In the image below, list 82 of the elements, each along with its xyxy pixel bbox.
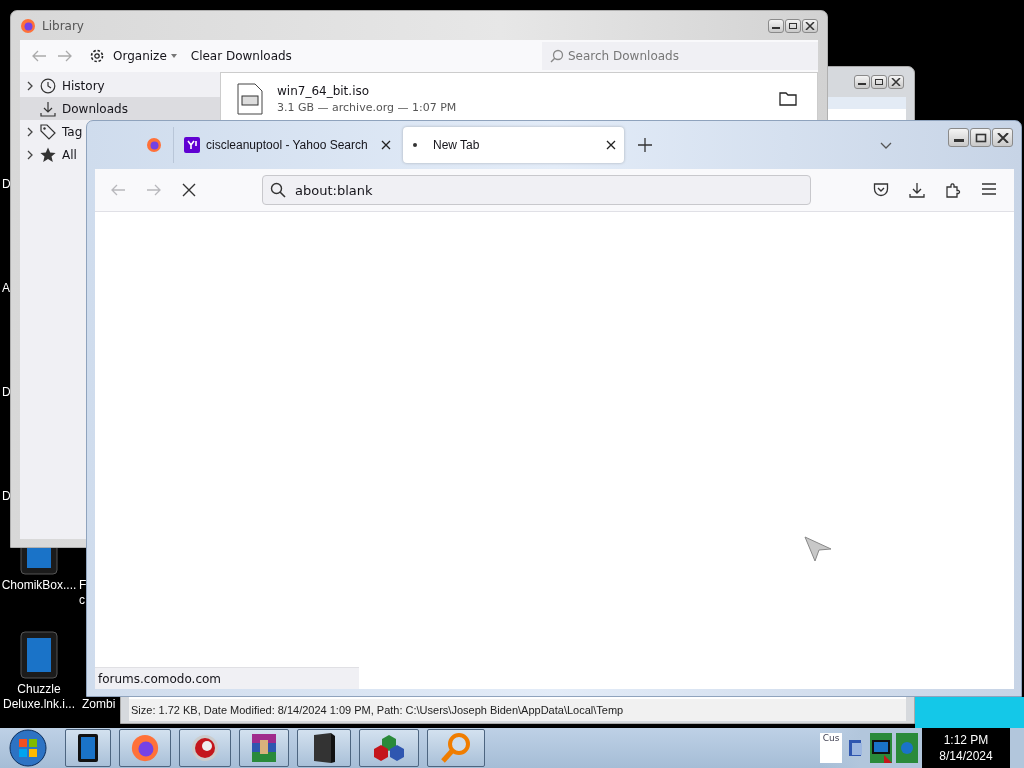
clock[interactable]: 1:12 PM 8/14/2024: [922, 728, 1010, 768]
firefox-icon: [130, 733, 160, 763]
chevron-right-icon[interactable]: [26, 149, 34, 160]
close-icon[interactable]: [606, 140, 616, 150]
close-icon[interactable]: [381, 140, 391, 150]
desktop-icon-label[interactable]: ChomikBox....: [0, 578, 78, 593]
tablet-icon[interactable]: [20, 631, 58, 679]
minimize-button[interactable]: [768, 18, 784, 33]
minimize-button[interactable]: [854, 75, 870, 89]
desktop-icon-label: D: [2, 177, 11, 191]
organize-button[interactable]: Organize: [111, 43, 169, 69]
magnifier-icon: [440, 732, 472, 764]
pocket-icon[interactable]: [873, 182, 889, 198]
maximize-icon: [788, 21, 798, 30]
desktop-icon-label: D: [2, 489, 11, 503]
folder-icon[interactable]: [779, 92, 797, 106]
window-title: Library: [42, 18, 85, 33]
maximize-icon: [874, 78, 884, 86]
sidebar-item[interactable]: History: [20, 74, 105, 97]
status-text: Size: 1.72 KB, Date Modified: 8/14/2024 1:09 PM, Path: C:\Users\Joseph Biden\AppData\Local\Temp: [131, 704, 624, 716]
ring-icon: [190, 733, 220, 763]
taskbar-button[interactable]: [297, 729, 351, 767]
tag-icon: [40, 123, 56, 140]
chevron-down-icon[interactable]: [880, 141, 892, 149]
start-button[interactable]: [9, 729, 47, 767]
maximize-icon: [974, 132, 987, 143]
chevron-right-icon[interactable]: [26, 126, 34, 137]
dot-icon: [413, 143, 417, 147]
desktop-icon-label: F: [79, 578, 87, 592]
sidebar-item[interactable]: All: [20, 143, 77, 166]
tablet-icon[interactable]: [20, 548, 58, 575]
file-details: 3.1 GB — archive.org — 1:07 PM: [277, 101, 458, 114]
maximize-button[interactable]: [785, 18, 801, 33]
tray-icon[interactable]: [870, 733, 892, 763]
clock-time: 1:12 PM: [943, 732, 989, 748]
books-icon: [249, 732, 279, 764]
close-button[interactable]: [992, 128, 1013, 147]
puzzle-icon[interactable]: [945, 182, 961, 198]
star-icon: [40, 146, 56, 163]
desktop-icon-label: A: [2, 281, 10, 295]
close-icon: [805, 21, 815, 30]
chevron-right-icon[interactable]: [26, 80, 34, 91]
clock-date: 8/14/2024: [939, 748, 993, 764]
menu-icon[interactable]: [981, 182, 997, 196]
link-status: forums.comodo.com: [95, 667, 359, 689]
sidebar-item[interactable]: Tag: [20, 120, 83, 143]
maximize-button[interactable]: [871, 75, 887, 89]
caret-icon[interactable]: [170, 54, 177, 58]
desktop-icon-label: c: [79, 593, 85, 607]
clock-icon: [40, 77, 56, 94]
desktop-icon-label[interactable]: Chuzzle Deluxe.lnk.i...: [0, 682, 78, 712]
minimize-icon: [953, 139, 964, 142]
tray-notification[interactable]: Cus: [820, 733, 842, 763]
close-button[interactable]: [802, 18, 818, 33]
download-icon[interactable]: [909, 182, 925, 198]
plus-icon[interactable]: [638, 138, 652, 152]
close-icon: [996, 132, 1009, 143]
search-field[interactable]: Search Downloads: [542, 42, 818, 70]
clear-downloads-button[interactable]: Clear Downloads: [188, 43, 294, 69]
file-name[interactable]: win7_64_bit.iso: [277, 84, 765, 98]
pointer-icon: [804, 536, 832, 562]
site-icon: [184, 137, 200, 153]
file-icon: [237, 83, 263, 115]
minimize-button[interactable]: [948, 128, 969, 147]
close-icon: [891, 78, 901, 86]
maximize-button[interactable]: [970, 128, 991, 147]
sidebar-item[interactable]: Downloads: [20, 97, 220, 120]
tablet-icon: [77, 733, 99, 763]
firefox-icon[interactable]: [146, 137, 162, 153]
book-icon: [311, 732, 337, 764]
gear-icon[interactable]: [89, 48, 105, 64]
desktop-icon-label: D: [2, 385, 11, 399]
stop-icon[interactable]: [182, 183, 196, 197]
cubes-icon: [372, 733, 406, 763]
address-bar[interactable]: about:blank: [262, 175, 811, 205]
close-button[interactable]: [888, 75, 904, 89]
browser-tab[interactable]: New Tab: [403, 127, 624, 163]
desktop-icon-label: Zombi: [82, 697, 116, 711]
browser-tab[interactable]: ciscleanuptool - Yahoo Search: [173, 127, 399, 163]
firefox-icon: [20, 17, 36, 34]
download-icon: [40, 100, 56, 117]
taskbar-button[interactable]: [65, 729, 111, 767]
